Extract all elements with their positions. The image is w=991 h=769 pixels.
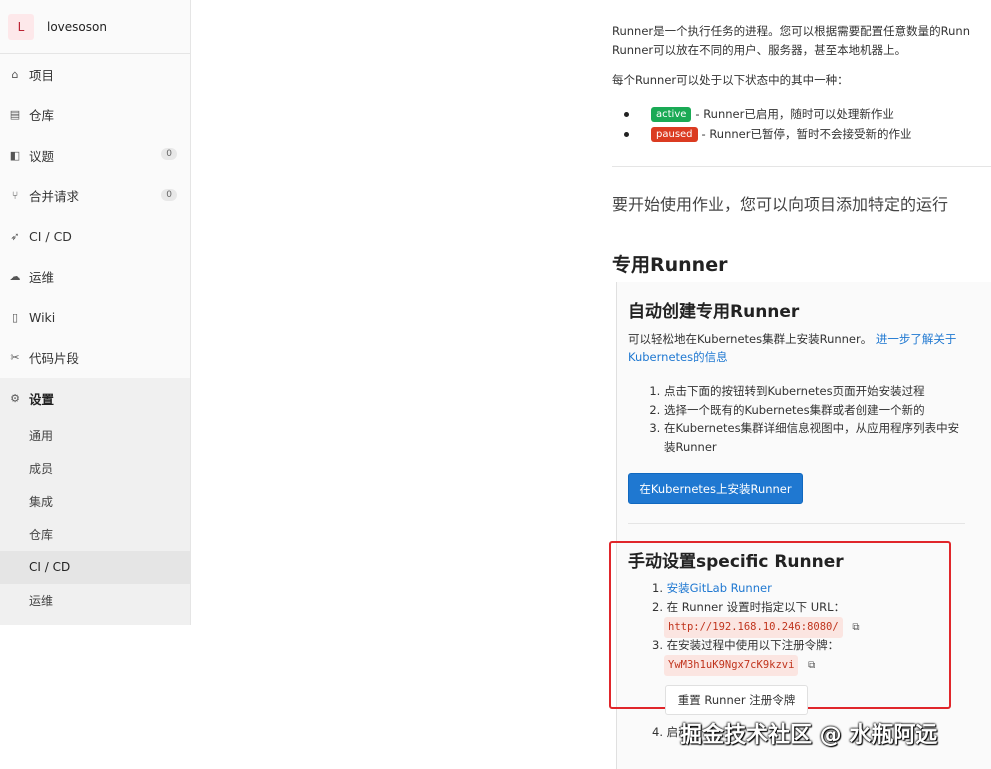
issues-count-badge: 0: [161, 148, 177, 160]
registration-token-code: YwM3h1uK9Ngx7cK9kzvi: [664, 655, 799, 676]
sidebar-item-label: Wiki: [29, 309, 56, 325]
sidebar-item-snippets[interactable]: ✂ 代码片段: [0, 338, 190, 379]
specific-runners-title: 专用Runner: [612, 254, 728, 276]
cloud-gear-icon: ☁: [9, 270, 21, 284]
submenu-item-members[interactable]: 成员: [0, 452, 190, 485]
auto-steps-list: 点击下面的按钮转到Kubernetes页面开始安装过程 选择一个既有的Kuber…: [652, 382, 969, 456]
list-item: 2. 在 Runner 设置时指定以下 URL：: [652, 600, 846, 614]
manual-steps-list: 1. 安装GitLab Runner 2. 在 Runner 设置时指定以下 U…: [652, 579, 859, 676]
auto-setup-title: 自动创建专用Runner: [628, 302, 800, 322]
lead-text: 要开始使用作业，您可以向项目添加特定的运行: [612, 195, 949, 214]
divider: [628, 523, 965, 524]
sidebar-item-wiki[interactable]: ▯ Wiki: [0, 297, 190, 338]
home-icon: ⌂: [11, 67, 19, 81]
settings-submenu: 通用 成员 集成 仓库 CI / CD 运维: [0, 418, 190, 625]
sidebar-item-label: CI / CD: [29, 228, 72, 244]
book-icon: ▯: [11, 310, 19, 324]
runner-url-code: http://192.168.10.246:8080/: [664, 617, 843, 638]
sidebar-item-label: 合并请求: [29, 189, 80, 205]
auto-setup-desc: 可以轻松地在Kubernetes集群上安装Runner。 进一步了解关于Kube…: [628, 332, 957, 364]
sidebar-item-label: 设置: [29, 391, 55, 407]
merge-requests-count-badge: 0: [161, 188, 177, 201]
state-desc: - Runner已暂停，暂时不会接受新的作业: [701, 127, 912, 141]
issues-icon: ◧: [9, 148, 21, 162]
submenu-item-ci-cd[interactable]: CI / CD: [0, 550, 190, 584]
project-name[interactable]: lovesoson: [47, 20, 107, 34]
sidebar-item-ci-cd[interactable]: ➶ CI / CD: [0, 216, 190, 257]
copy-icon[interactable]: ⧉: [808, 656, 815, 675]
sidebar-item-label: 仓库: [29, 108, 55, 124]
manual-setup-title: 手动设置specific Runner: [628, 552, 844, 572]
divider: [612, 166, 991, 167]
submenu-item-repository[interactable]: 仓库: [0, 518, 190, 551]
list-item: 在Kubernetes集群详细信息视图中，从应用程序列表中安装Runner: [664, 419, 969, 456]
repo-icon: ▤: [9, 108, 21, 122]
gear-icon: ⚙: [10, 391, 20, 405]
project-header[interactable]: L lovesoson: [0, 0, 190, 54]
url-row: http://192.168.10.246:8080/ ⧉: [652, 617, 859, 638]
list-item: active - Runner已启用，随时可以处理新作业: [620, 104, 911, 124]
sidebar-item-label: 议题: [29, 148, 55, 164]
sidebar-item-issues[interactable]: ◧ 议题 0: [0, 135, 190, 176]
rocket-icon: ➶: [10, 229, 20, 243]
states-intro: 每个Runner可以处于以下状态中的其中一种：: [612, 73, 849, 87]
sidebar-item-repository[interactable]: ▤ 仓库: [0, 95, 190, 136]
install-gitlab-runner-link[interactable]: 安装GitLab Runner: [667, 581, 772, 595]
state-desc: - Runner已启用，随时可以处理新作业: [695, 107, 894, 121]
sidebar-item-settings[interactable]: ⚙ 设置: [0, 378, 190, 419]
sidebar-item-operations[interactable]: ☁ 运维: [0, 257, 190, 298]
intro-line-2: Runner可以放在不同的用户、服务器，甚至本地机器上。: [612, 43, 907, 57]
sidebar: L lovesoson ⌂ 项目 ▤ 仓库 ◧ 议题 0 ⑂ 合并请求 0 ➶ …: [0, 0, 191, 625]
reset-token-button[interactable]: 重置 Runner 注册令牌: [665, 685, 808, 715]
submenu-item-integrations[interactable]: 集成: [0, 485, 190, 518]
status-badge-active: active: [651, 106, 692, 122]
status-badge-paused: paused: [651, 126, 698, 142]
token-row: YwM3h1uK9Ngx7cK9kzvi ⧉: [652, 655, 859, 676]
submenu-item-operations[interactable]: 运维: [0, 584, 190, 617]
intro-line-1: Runner是一个执行任务的进程。您可以根据需要配置任意数量的Runn: [612, 24, 970, 38]
sidebar-item-label: 代码片段: [29, 351, 80, 367]
scissors-icon: ✂: [10, 351, 20, 365]
install-on-kubernetes-button[interactable]: 在Kubernetes上安装Runner: [628, 473, 803, 504]
sidebar-item-label: 项目: [29, 67, 55, 83]
submenu-item-general[interactable]: 通用: [0, 419, 190, 452]
merge-request-icon: ⑂: [11, 189, 19, 203]
copy-icon[interactable]: ⧉: [852, 618, 859, 637]
avatar[interactable]: L: [8, 13, 34, 40]
runner-intro: Runner是一个执行任务的进程。您可以根据需要配置任意数量的Runn Runn…: [612, 22, 970, 60]
list-item: 点击下面的按钮转到Kubernetes页面开始安装过程: [664, 382, 969, 401]
list-item: paused - Runner已暂停，暂时不会接受新的作业: [620, 124, 911, 144]
list-item: 1. 安装GitLab Runner: [652, 581, 772, 595]
sidebar-item-label: 运维: [29, 270, 55, 286]
sidebar-item-project[interactable]: ⌂ 项目: [0, 54, 190, 95]
sidebar-item-merge-requests[interactable]: ⑂ 合并请求 0: [0, 176, 190, 217]
watermark: 掘金技术社区 @ 水瓶阿远: [680, 723, 938, 748]
states-list: active - Runner已启用，随时可以处理新作业 paused - Ru…: [620, 104, 911, 144]
list-item: 选择一个既有的Kubernetes集群或者创建一个新的: [664, 401, 969, 420]
list-item: 3. 在安装过程中使用以下注册令牌：: [652, 638, 840, 652]
